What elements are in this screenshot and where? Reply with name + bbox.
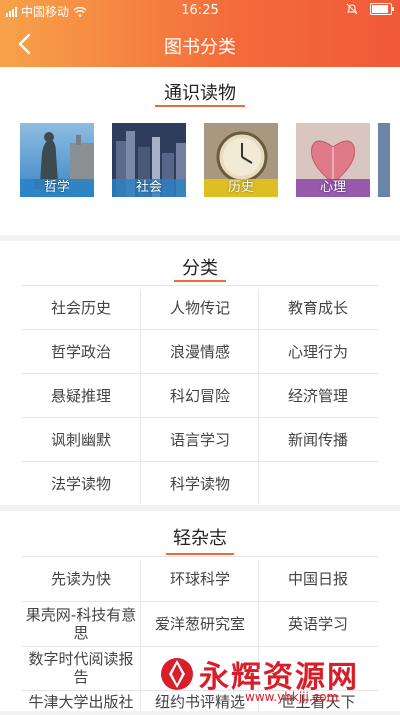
general-thumbnails: 哲学 社会 历史 心理 <box>20 123 370 197</box>
page-title: 图书分类 <box>164 37 236 58</box>
bell-off-icon <box>346 3 358 15</box>
thumb-label: 心理 <box>319 180 346 195</box>
magazine-item[interactable]: 数字时代阅读报告 <box>22 646 140 690</box>
category-item[interactable]: 悬疑推理 <box>22 374 140 418</box>
thumb-psychology[interactable]: 心理 <box>296 123 370 197</box>
thumb-label: 社会 <box>135 180 162 195</box>
magazine-item[interactable]: 环球科学 <box>141 557 259 601</box>
section-title: 通识读物 <box>164 83 236 104</box>
category-item[interactable]: 浪漫情感 <box>141 330 259 374</box>
section-underline <box>174 280 226 282</box>
section-title: 分类 <box>182 258 218 279</box>
category-item[interactable]: 社会历史 <box>22 286 140 330</box>
magazine-item[interactable]: 果壳网-科技有意思 <box>22 602 140 646</box>
watermark-url: www.yhkjjj.com <box>245 690 339 704</box>
thumb-partial <box>378 123 390 197</box>
clock: 16:25 <box>181 3 219 18</box>
category-item[interactable]: 讽刺幽默 <box>22 418 140 462</box>
category-item[interactable]: 教育成长 <box>259 286 377 330</box>
status-bar: 中国移动 16:25 <box>0 0 400 22</box>
category-item[interactable]: 经济管理 <box>259 374 377 418</box>
watermark: 永辉资源网 www.yhkjjj.com <box>155 648 400 711</box>
category-item[interactable]: 哲学政治 <box>22 330 140 374</box>
category-item[interactable]: 新闻传播 <box>259 418 377 462</box>
thumb-history[interactable]: 历史 <box>204 123 278 197</box>
app-header: 图书分类 <box>0 22 400 67</box>
magazine-item[interactable]: 牛津大学出版社 <box>22 691 140 713</box>
category-item[interactable]: 人物传记 <box>141 286 259 330</box>
section-title: 轻杂志 <box>173 528 227 549</box>
category-item[interactable]: 科幻冒险 <box>141 374 259 418</box>
category-item[interactable]: 心理行为 <box>259 330 377 374</box>
magazine-item[interactable]: 爱洋葱研究室 <box>141 602 259 646</box>
section-underline <box>166 553 234 555</box>
thumb-label: 哲学 <box>43 180 70 195</box>
thumb-label: 历史 <box>227 180 254 195</box>
battery-icon <box>370 3 394 15</box>
category-item[interactable]: 法学读物 <box>22 462 140 506</box>
thumb-society[interactable]: 社会 <box>112 123 186 197</box>
section-underline <box>155 105 245 107</box>
magazine-item[interactable]: 中国日报 <box>259 557 377 601</box>
thumb-philosophy[interactable]: 哲学 <box>20 123 94 197</box>
category-item[interactable]: 科学读物 <box>141 462 259 506</box>
category-item[interactable]: 语言学习 <box>141 418 259 462</box>
magazine-item[interactable]: 先读为快 <box>22 557 140 601</box>
magazine-item[interactable]: 英语学习 <box>259 602 377 646</box>
top-bar: 中国移动 16:25 图书分类 <box>0 0 400 67</box>
